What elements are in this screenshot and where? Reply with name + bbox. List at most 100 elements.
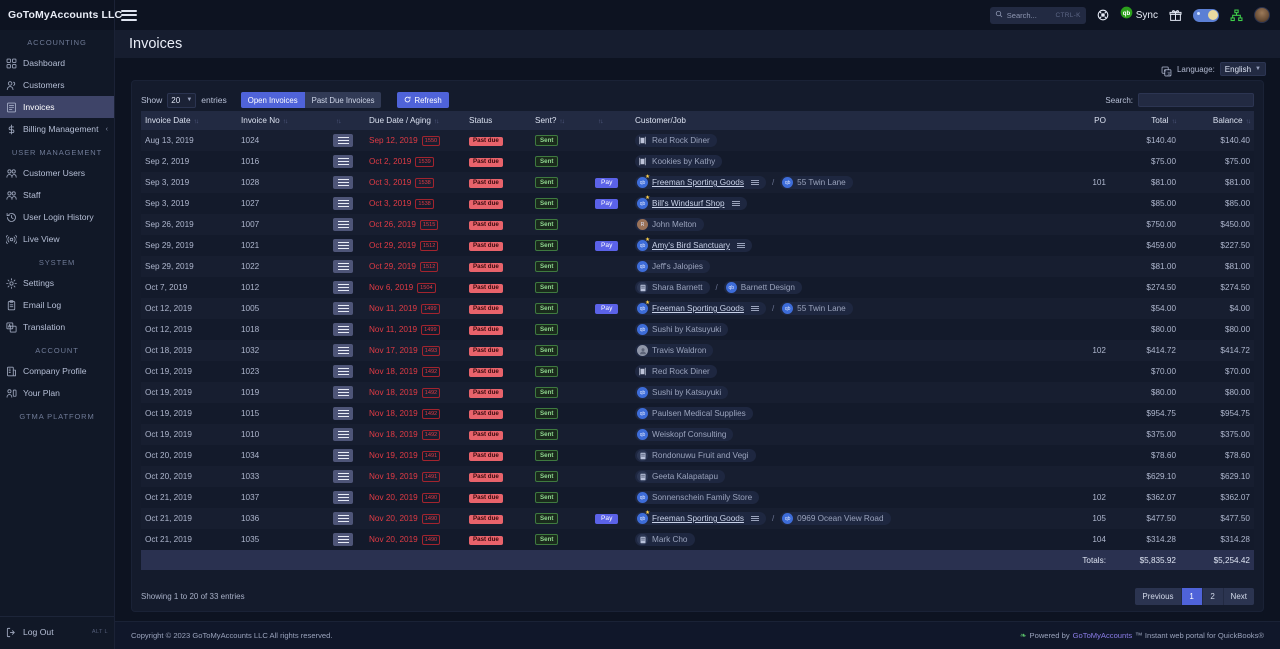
customer-chip[interactable]: Kookies by Kathy bbox=[635, 155, 723, 168]
customer-chip[interactable]: qb ★ Bill's Windsurf Shop bbox=[635, 195, 747, 210]
column-header-sent-[interactable]: Sent? ↑↓ bbox=[531, 111, 591, 130]
view-lines-button[interactable] bbox=[333, 365, 353, 378]
view-lines-button[interactable] bbox=[333, 176, 353, 189]
customer-chip[interactable]: qb ★ Freeman Sporting Goods bbox=[635, 174, 766, 189]
table-row[interactable]: Sep 3, 2019 1027 Oct 3, 2019 1538 Past due Se… bbox=[141, 193, 1254, 214]
customer-chip[interactable]: qb Jeff's Jalopies bbox=[635, 260, 711, 273]
search-input[interactable] bbox=[1138, 93, 1254, 107]
avatar[interactable] bbox=[1254, 7, 1270, 23]
sidebar-item-staff[interactable]: Staff bbox=[0, 184, 114, 206]
table-row[interactable]: Oct 18, 2019 1032 Nov 17, 2019 1493 Past due… bbox=[141, 340, 1254, 361]
view-lines-button[interactable] bbox=[333, 428, 353, 441]
table-row[interactable]: Oct 19, 2019 1019 Nov 18, 2019 1492 Past due… bbox=[141, 382, 1254, 403]
column-header-invoice-no[interactable]: Invoice No ↑↓ bbox=[237, 111, 329, 130]
column-header-invoice-date[interactable]: Invoice Date ↑↓ bbox=[141, 111, 237, 130]
table-row[interactable]: Oct 19, 2019 1010 Nov 18, 2019 1492 Past due… bbox=[141, 424, 1254, 445]
table-row[interactable]: Oct 20, 2019 1033 Nov 19, 2019 1491 Past due… bbox=[141, 466, 1254, 487]
customer-chip[interactable]: qb Sushi by Katsuyuki bbox=[635, 323, 729, 336]
customer-chip[interactable]: Rondonuwu Fruit and Vegi bbox=[635, 449, 756, 462]
dark-mode-toggle[interactable] bbox=[1193, 8, 1219, 22]
customer-name[interactable]: Freeman Sporting Goods bbox=[652, 514, 744, 523]
table-row[interactable]: Sep 26, 2019 1007 Oct 26, 2019 1515 Past due… bbox=[141, 214, 1254, 235]
column-header-status[interactable]: Status bbox=[465, 111, 531, 130]
view-lines-button[interactable] bbox=[333, 323, 353, 336]
column-header-total[interactable]: Total ↑↓ bbox=[1110, 111, 1180, 130]
pay-button[interactable]: Pay bbox=[595, 198, 619, 210]
customer-chip[interactable]: qb Weiskopf Consulting bbox=[635, 428, 734, 441]
view-lines-button[interactable] bbox=[333, 449, 353, 462]
table-row[interactable]: Oct 21, 2019 1036 Nov 20, 2019 1490 Past due… bbox=[141, 508, 1254, 529]
customer-name[interactable]: Freeman Sporting Goods bbox=[652, 304, 744, 313]
customer-chip[interactable]: R John Melton bbox=[635, 218, 704, 231]
sidebar-item-customer-users[interactable]: Customer Users bbox=[0, 162, 114, 184]
customer-name[interactable]: Amy's Bird Sanctuary bbox=[652, 241, 730, 250]
customer-chip[interactable]: Travis Waldron bbox=[635, 344, 714, 357]
table-row[interactable]: Oct 21, 2019 1035 Nov 20, 2019 1490 Past due… bbox=[141, 529, 1254, 550]
table-row[interactable]: Oct 7, 2019 1012 Nov 6, 2019 1504 Past due Se… bbox=[141, 277, 1254, 298]
customer-menu-icon[interactable] bbox=[750, 516, 759, 521]
view-lines-button[interactable] bbox=[333, 407, 353, 420]
view-lines-button[interactable] bbox=[333, 533, 353, 546]
tab-past-due-invoices[interactable]: Past Due Invoices bbox=[304, 92, 382, 108]
view-lines-button[interactable] bbox=[333, 470, 353, 483]
customer-chip[interactable]: qb ★ Amy's Bird Sanctuary bbox=[635, 237, 753, 252]
refresh-button[interactable]: Refresh bbox=[397, 92, 449, 108]
pay-button[interactable]: Pay bbox=[595, 240, 619, 252]
sidebar-item-live-view[interactable]: Live View bbox=[0, 228, 114, 250]
lifebuoy-icon[interactable] bbox=[1097, 9, 1109, 21]
column-header-blank-2[interactable]: ↑↓ bbox=[329, 111, 365, 130]
menu-toggle-icon[interactable] bbox=[121, 8, 137, 22]
customer-chip[interactable]: Mark Cho bbox=[635, 533, 695, 546]
customer-chip[interactable]: Geeta Kalapatapu bbox=[635, 470, 726, 483]
pagination-page-1[interactable]: 1 bbox=[1180, 588, 1202, 605]
table-row[interactable]: Aug 13, 2019 1024 Sep 12, 2019 1550 Past due… bbox=[141, 130, 1254, 151]
sidebar-item-email-log[interactable]: Email Log bbox=[0, 294, 114, 316]
customer-menu-icon[interactable] bbox=[737, 243, 746, 248]
view-lines-button[interactable] bbox=[333, 155, 353, 168]
customer-menu-icon[interactable] bbox=[731, 201, 740, 206]
job-chip[interactable]: qb 0969 Ocean View Road bbox=[780, 512, 891, 525]
customer-menu-icon[interactable] bbox=[750, 306, 759, 311]
table-row[interactable]: Oct 20, 2019 1034 Nov 19, 2019 1491 Past due… bbox=[141, 445, 1254, 466]
view-lines-button[interactable] bbox=[333, 512, 353, 525]
view-lines-button[interactable] bbox=[333, 344, 353, 357]
table-row[interactable]: Oct 19, 2019 1023 Nov 18, 2019 1492 Past due… bbox=[141, 361, 1254, 382]
view-lines-button[interactable] bbox=[333, 197, 353, 210]
view-lines-button[interactable] bbox=[333, 491, 353, 504]
tab-open-invoices[interactable]: Open Invoices bbox=[240, 92, 305, 108]
column-header-po[interactable]: PO bbox=[1068, 111, 1110, 130]
table-row[interactable]: Sep 29, 2019 1021 Oct 29, 2019 1512 Past due… bbox=[141, 235, 1254, 256]
gift-icon[interactable] bbox=[1169, 9, 1182, 22]
global-search-input[interactable]: Search... CTRL-K bbox=[989, 6, 1086, 24]
view-lines-button[interactable] bbox=[333, 134, 353, 147]
customer-chip[interactable]: Red Rock Diner bbox=[635, 365, 717, 378]
language-select[interactable]: English ▼ bbox=[1219, 62, 1266, 76]
customer-name[interactable]: Bill's Windsurf Shop bbox=[652, 199, 725, 208]
pagination-previous[interactable]: Previous bbox=[1135, 588, 1181, 605]
view-lines-button[interactable] bbox=[333, 239, 353, 252]
sidebar-item-billing-management[interactable]: Billing Management ‹ bbox=[0, 118, 114, 140]
job-chip[interactable]: qb Barnett Design bbox=[723, 281, 802, 294]
customer-chip[interactable]: Shara Barnett bbox=[635, 281, 710, 294]
view-lines-button[interactable] bbox=[333, 281, 353, 294]
column-header-blank-6[interactable]: ↑↓ bbox=[591, 111, 631, 130]
pagination-next[interactable]: Next bbox=[1222, 588, 1254, 605]
job-chip[interactable]: qb 55 Twin Lane bbox=[780, 302, 853, 315]
customer-chip[interactable]: Red Rock Diner bbox=[635, 134, 717, 147]
view-lines-button[interactable] bbox=[333, 260, 353, 273]
sidebar-item-user-login-history[interactable]: User Login History bbox=[0, 206, 114, 228]
table-row[interactable]: Sep 29, 2019 1022 Oct 29, 2019 1512 Past due… bbox=[141, 256, 1254, 277]
sidebar-item-company-profile[interactable]: Company Profile bbox=[0, 360, 114, 382]
sidebar-item-settings[interactable]: Settings bbox=[0, 272, 114, 294]
table-row[interactable]: Oct 21, 2019 1037 Nov 20, 2019 1490 Past due… bbox=[141, 487, 1254, 508]
column-header-customer-job[interactable]: Customer/Job bbox=[631, 111, 1068, 130]
table-row[interactable]: Sep 2, 2019 1016 Oct 2, 2019 1539 Past due Se… bbox=[141, 151, 1254, 172]
sync-button[interactable]: qb Sync bbox=[1120, 6, 1158, 24]
sidebar-item-dashboard[interactable]: Dashboard bbox=[0, 52, 114, 74]
customer-chip[interactable]: qb Sonnenschein Family Store bbox=[635, 491, 760, 504]
entries-select[interactable]: 20 ▼ bbox=[167, 92, 197, 108]
customer-chip[interactable]: qb ★ Freeman Sporting Goods bbox=[635, 510, 766, 525]
view-lines-button[interactable] bbox=[333, 218, 353, 231]
column-header-due-date-aging[interactable]: Due Date / Aging ↑↓ bbox=[365, 111, 465, 130]
sidebar-item-your-plan[interactable]: Your Plan bbox=[0, 382, 114, 404]
